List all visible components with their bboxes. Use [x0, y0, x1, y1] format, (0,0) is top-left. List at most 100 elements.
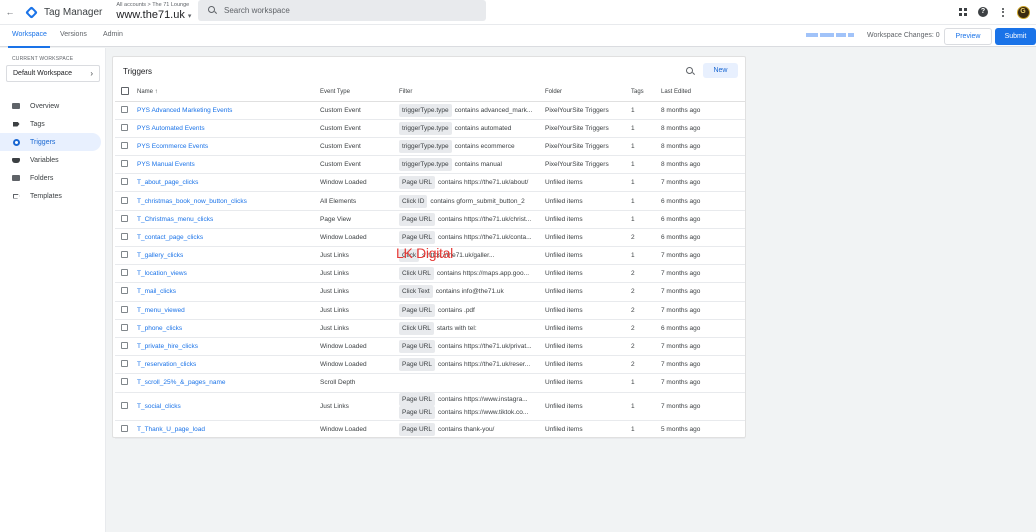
sidebar-item-templates[interactable]: Templates: [0, 187, 106, 205]
row-checkbox[interactable]: [121, 424, 128, 432]
row-checkbox[interactable]: [121, 305, 128, 313]
folder-cell: Unfiled items: [545, 420, 631, 439]
trigger-name-link[interactable]: T_christmas_book_now_button_clicks: [137, 191, 320, 211]
filter-cell: [399, 373, 545, 393]
tags-count-cell: 2: [631, 319, 661, 338]
sidebar-item-triggers[interactable]: Triggers: [0, 133, 101, 151]
table-row[interactable]: T_Thank_U_page_load Window Loaded Page URL…: [115, 420, 745, 439]
select-all-checkbox[interactable]: [121, 86, 129, 95]
column-header-event-type[interactable]: Event Type: [320, 83, 399, 102]
trigger-name-link[interactable]: T_location_views: [137, 264, 320, 284]
row-checkbox[interactable]: [121, 401, 128, 409]
sidebar-item-folders[interactable]: Folders: [0, 169, 106, 187]
row-checkbox[interactable]: [121, 251, 128, 259]
filter-cell: triggerType.type contains automated: [399, 119, 545, 138]
tag-manager-logo[interactable]: [24, 5, 38, 19]
trigger-name-link[interactable]: T_private_hire_clicks: [137, 337, 320, 357]
filter-cell: Click ID contains gform_submit_button_2: [399, 191, 545, 211]
last-edited-cell: 8 months ago: [661, 137, 745, 157]
table-row[interactable]: T_private_hire_clicks Window Loaded Page U…: [115, 337, 745, 357]
table-row[interactable]: PYS Automated Events Custom Event triggerT…: [115, 119, 745, 138]
trigger-name-link[interactable]: T_menu_viewed: [137, 301, 320, 320]
trigger-icon: [12, 138, 20, 146]
table-row[interactable]: T_location_views Just Links Click URL conta…: [115, 264, 745, 284]
row-checkbox[interactable]: [121, 214, 128, 222]
table-row[interactable]: T_christmas_book_now_button_clicks All El…: [115, 191, 745, 211]
trigger-name-link[interactable]: T_about_page_clicks: [137, 173, 320, 193]
search-icon[interactable]: [686, 67, 694, 75]
preview-button[interactable]: Preview: [944, 28, 992, 45]
trigger-name-link[interactable]: T_Thank_U_page_load: [137, 420, 320, 439]
workspace-selector[interactable]: Default Workspace ›: [6, 65, 100, 82]
trigger-name-link[interactable]: T_reservation_clicks: [137, 355, 320, 375]
filter-condition-text: contains https://the71.uk/privat...: [438, 343, 532, 351]
sidebar-item-overview[interactable]: Overview: [0, 97, 106, 115]
table-row[interactable]: T_mail_clicks Just Links Click Text contain…: [115, 282, 745, 302]
search-input[interactable]: [224, 6, 464, 15]
account-avatar[interactable]: G: [1015, 4, 1031, 20]
row-checkbox[interactable]: [121, 378, 128, 386]
sidebar-item-variables[interactable]: Variables: [0, 151, 106, 169]
table-row[interactable]: T_scroll_25%_&_pages_name Scroll Depth Unf…: [115, 373, 745, 393]
tab-admin[interactable]: Admin: [103, 31, 123, 38]
submit-button[interactable]: Submit: [995, 28, 1036, 45]
column-header-filter[interactable]: Filter: [399, 83, 545, 102]
table-row[interactable]: PYS Ecommerce Events Custom Event triggerT…: [115, 137, 745, 157]
folder-cell: Unfiled items: [545, 373, 631, 393]
container-name[interactable]: www.the71.uk ▾: [116, 9, 191, 21]
trigger-name-link[interactable]: PYS Ecommerce Events: [137, 137, 320, 157]
row-checkbox[interactable]: [121, 269, 128, 277]
sidebar-item-tags[interactable]: Tags: [0, 115, 106, 133]
row-checkbox[interactable]: [121, 123, 128, 131]
trigger-name-link[interactable]: T_scroll_25%_&_pages_name: [137, 373, 320, 393]
folder-cell: PixelYourSite Triggers: [545, 155, 631, 175]
column-header-name[interactable]: Name ↑: [137, 83, 320, 102]
trigger-name-link[interactable]: T_mail_clicks: [137, 282, 320, 302]
row-checkbox[interactable]: [121, 232, 128, 240]
row-checkbox[interactable]: [121, 178, 128, 186]
account-container-switcher[interactable]: All accounts > The 71 Lounge www.the71.u…: [116, 3, 191, 21]
trigger-name-link[interactable]: T_phone_clicks: [137, 319, 320, 338]
more-vert-icon[interactable]: [995, 4, 1011, 20]
table-row[interactable]: T_phone_clicks Just Links Click URL starts …: [115, 319, 745, 338]
row-checkbox[interactable]: [121, 105, 128, 113]
column-header-last-edited[interactable]: Last Edited: [661, 83, 745, 102]
filter-condition-text: contains manual: [454, 161, 502, 169]
table-row[interactable]: PYS Manual Events Custom Event triggerType…: [115, 155, 745, 175]
table-row[interactable]: T_about_page_clicks Window Loaded Page URL…: [115, 173, 745, 193]
table-row[interactable]: PYS Advanced Marketing Events Custom Even…: [115, 101, 745, 120]
row-checkbox[interactable]: [121, 360, 128, 368]
row-select-cell: [115, 191, 137, 211]
new-trigger-button[interactable]: New: [703, 63, 738, 78]
column-header-tags[interactable]: Tags: [631, 83, 661, 102]
workspace-search[interactable]: [198, 0, 486, 21]
row-checkbox[interactable]: [121, 342, 128, 350]
folder-cell: Unfiled items: [545, 246, 631, 266]
trigger-name-link[interactable]: PYS Automated Events: [137, 119, 320, 138]
row-checkbox[interactable]: [121, 287, 128, 295]
trigger-name-link[interactable]: T_social_clicks: [137, 392, 320, 421]
table-row[interactable]: T_reservation_clicks Window Loaded Page UR…: [115, 355, 745, 375]
row-checkbox[interactable]: [121, 196, 128, 204]
event-type-cell: Just Links: [320, 246, 399, 266]
help-icon[interactable]: ?: [975, 4, 991, 20]
trigger-name-link[interactable]: T_contact_page_clicks: [137, 228, 320, 248]
table-row[interactable]: T_menu_viewed Just Links Page URL contains …: [115, 301, 745, 320]
table-row[interactable]: T_Christmas_menu_clicks Page View Page URL…: [115, 210, 745, 229]
tab-workspace[interactable]: Workspace: [12, 31, 47, 38]
trigger-name-link[interactable]: PYS Manual Events: [137, 155, 320, 175]
apps-grid-icon[interactable]: [955, 4, 971, 20]
row-checkbox[interactable]: [121, 323, 128, 331]
sidebar-item-label: Triggers: [30, 138, 56, 146]
back-arrow-icon[interactable]: ←: [2, 7, 18, 17]
table-row[interactable]: T_contact_page_clicks Window Loaded Page U…: [115, 228, 745, 248]
trigger-name-link[interactable]: T_Christmas_menu_clicks: [137, 210, 320, 229]
row-checkbox[interactable]: [121, 141, 128, 149]
tab-versions[interactable]: Versions: [60, 31, 87, 38]
filter-variable-chip: triggerType.type: [399, 121, 452, 135]
trigger-name-link[interactable]: T_gallery_clicks: [137, 246, 320, 266]
row-checkbox[interactable]: [121, 160, 128, 168]
table-row[interactable]: T_social_clicks Just Links Page URL contain…: [115, 392, 745, 421]
column-header-folder[interactable]: Folder: [545, 83, 631, 102]
trigger-name-link[interactable]: PYS Advanced Marketing Events: [137, 101, 320, 120]
